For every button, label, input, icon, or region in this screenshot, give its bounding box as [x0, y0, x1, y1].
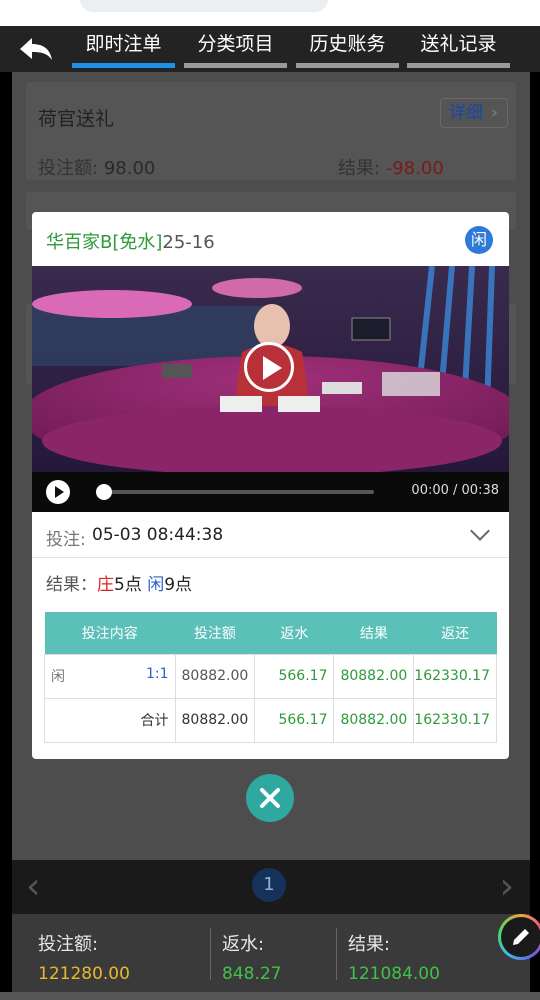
nav-bar: 即时注单 分类项目 历史账务 送礼记录 [0, 26, 540, 72]
player-label: 闲 [147, 575, 165, 595]
tab-indicator [407, 63, 510, 68]
edit-button[interactable] [498, 914, 540, 960]
tab-categories[interactable]: 分类项目 [184, 26, 287, 72]
current-page[interactable]: 1 [252, 868, 286, 902]
bet-content: 闲 [51, 669, 65, 685]
col-rebate: 返水 [254, 612, 334, 654]
bet-amount: 投注额: 98.00 [38, 154, 155, 180]
detail-label: 详细 [449, 103, 483, 123]
bet-result: 结果: -98.00 [338, 154, 444, 180]
summary-bet-value: 121280.00 [38, 964, 130, 984]
edit-button-inner [501, 917, 540, 957]
table-total-row: 合计 80882.00 566.17 80882.00 162330.17 [44, 697, 497, 743]
bet-time-row[interactable]: 投注: 05-03 08:44:38 [32, 512, 509, 558]
search-pill[interactable] [80, 0, 328, 12]
summary-rebate-value: 848.27 [222, 964, 282, 984]
table-row: 闲 1:1 80882.00 566.17 80882.00 162330.17 [44, 653, 497, 699]
bet-result-label: 结果: [338, 158, 381, 179]
cell-amount: 80882.00 [174, 653, 256, 699]
round-number: 25-16 [162, 232, 215, 253]
game-tag: [免水] [112, 232, 163, 253]
col-result: 结果 [333, 612, 414, 654]
tab-gift-records[interactable]: 送礼记录 [407, 26, 510, 72]
bet-time-value: 05-03 08:44:38 [92, 525, 224, 545]
bet-odds: 1:1 [146, 666, 169, 682]
summary-result: 结果: 121084.00 [348, 930, 440, 984]
pencil-icon [513, 929, 529, 945]
result-label: 结果： [46, 575, 97, 595]
play-button[interactable] [46, 480, 70, 504]
bet-amount-value: 98.00 [103, 158, 156, 179]
tab-history[interactable]: 历史账务 [296, 26, 399, 72]
banker-points: 5点 [114, 575, 142, 595]
cell-content: 闲 1:1 [44, 653, 176, 699]
progress-thumb[interactable] [96, 484, 112, 500]
cell-total-amount: 80882.00 [174, 697, 256, 743]
top-bar [0, 0, 540, 26]
back-arrow-icon [20, 38, 52, 60]
next-page-button[interactable]: › [500, 866, 514, 907]
col-return: 返还 [413, 612, 497, 654]
close-icon [260, 788, 280, 808]
result-row: 结果：庄5点 闲9点 [46, 570, 192, 595]
summary-result-label: 结果: [348, 934, 391, 955]
tab-indicator [184, 63, 287, 68]
bet-amount-label: 投注额: [38, 158, 99, 179]
banker-label: 庄 [97, 575, 114, 595]
bottom-strip [0, 992, 540, 1000]
list-item[interactable]: 荷官送礼 详细 › 投注额: 98.00 结果: -98.00 [26, 82, 516, 180]
cell-rebate: 566.17 [254, 653, 335, 699]
table-header-row: 投注内容 投注额 返水 结果 返还 [44, 612, 497, 654]
play-icon[interactable] [244, 342, 294, 392]
tab-label: 历史账务 [309, 33, 386, 55]
tab-indicator [296, 63, 399, 68]
divider [336, 928, 337, 980]
pagination: ‹ 1 › [12, 860, 530, 914]
summary-bet: 投注额: 121280.00 [38, 930, 130, 984]
time-display: 00:00 / 00:38 [411, 483, 499, 498]
game-name: 华百家B [46, 232, 113, 253]
summary-result-value: 121084.00 [348, 964, 440, 984]
divider [210, 928, 211, 980]
bet-detail-dialog: 华百家B[免水]25-16 闲 00:00 / 00:38 投注: 05-03 … [32, 212, 509, 759]
cell-total-label: 合计 [44, 697, 176, 743]
close-dialog-button[interactable] [246, 774, 294, 822]
tab-label: 即时注单 [85, 33, 162, 55]
detail-button[interactable]: 详细 › [440, 98, 508, 128]
player-points: 9点 [164, 575, 193, 595]
cell-total-result: 80882.00 [333, 697, 415, 743]
back-button[interactable] [16, 34, 56, 64]
col-amount: 投注额 [175, 612, 255, 654]
summary-bar: 投注额: 121280.00 返水: 848.27 结果: 121084.00 [12, 914, 530, 992]
tab-label: 分类项目 [197, 33, 274, 55]
chevron-right-icon: › [490, 103, 498, 123]
bet-table: 投注内容 投注额 返水 结果 返还 闲 1:1 80882.00 566.17 … [44, 612, 497, 743]
bet-side-badge: 闲 [465, 226, 493, 254]
tab-indicator [72, 63, 175, 68]
cell-total-rebate: 566.17 [254, 697, 335, 743]
chevron-down-icon[interactable] [470, 521, 490, 541]
progress-track[interactable] [104, 490, 374, 494]
card-title: 荷官送礼 [38, 108, 115, 130]
bet-result-value: -98.00 [385, 158, 444, 179]
bet-time-label: 投注: [46, 530, 86, 550]
cell-total-return: 162330.17 [413, 697, 497, 743]
summary-rebate: 返水: 848.27 [222, 930, 281, 984]
dialog-title: 华百家B[免水]25-16 [46, 228, 215, 254]
cell-result: 80882.00 [333, 653, 415, 699]
summary-rebate-label: 返水: [222, 934, 265, 955]
video-controls: 00:00 / 00:38 [32, 472, 509, 512]
tab-label: 送礼记录 [420, 33, 497, 55]
tab-realtime-bets[interactable]: 即时注单 [72, 26, 175, 72]
summary-bet-label: 投注额: [38, 934, 99, 955]
replay-video[interactable] [32, 266, 509, 472]
prev-page-button[interactable]: ‹ [26, 866, 40, 907]
cell-return: 162330.17 [413, 653, 497, 699]
dialog-header: 华百家B[免水]25-16 闲 [32, 212, 509, 266]
col-content: 投注内容 [44, 612, 176, 654]
